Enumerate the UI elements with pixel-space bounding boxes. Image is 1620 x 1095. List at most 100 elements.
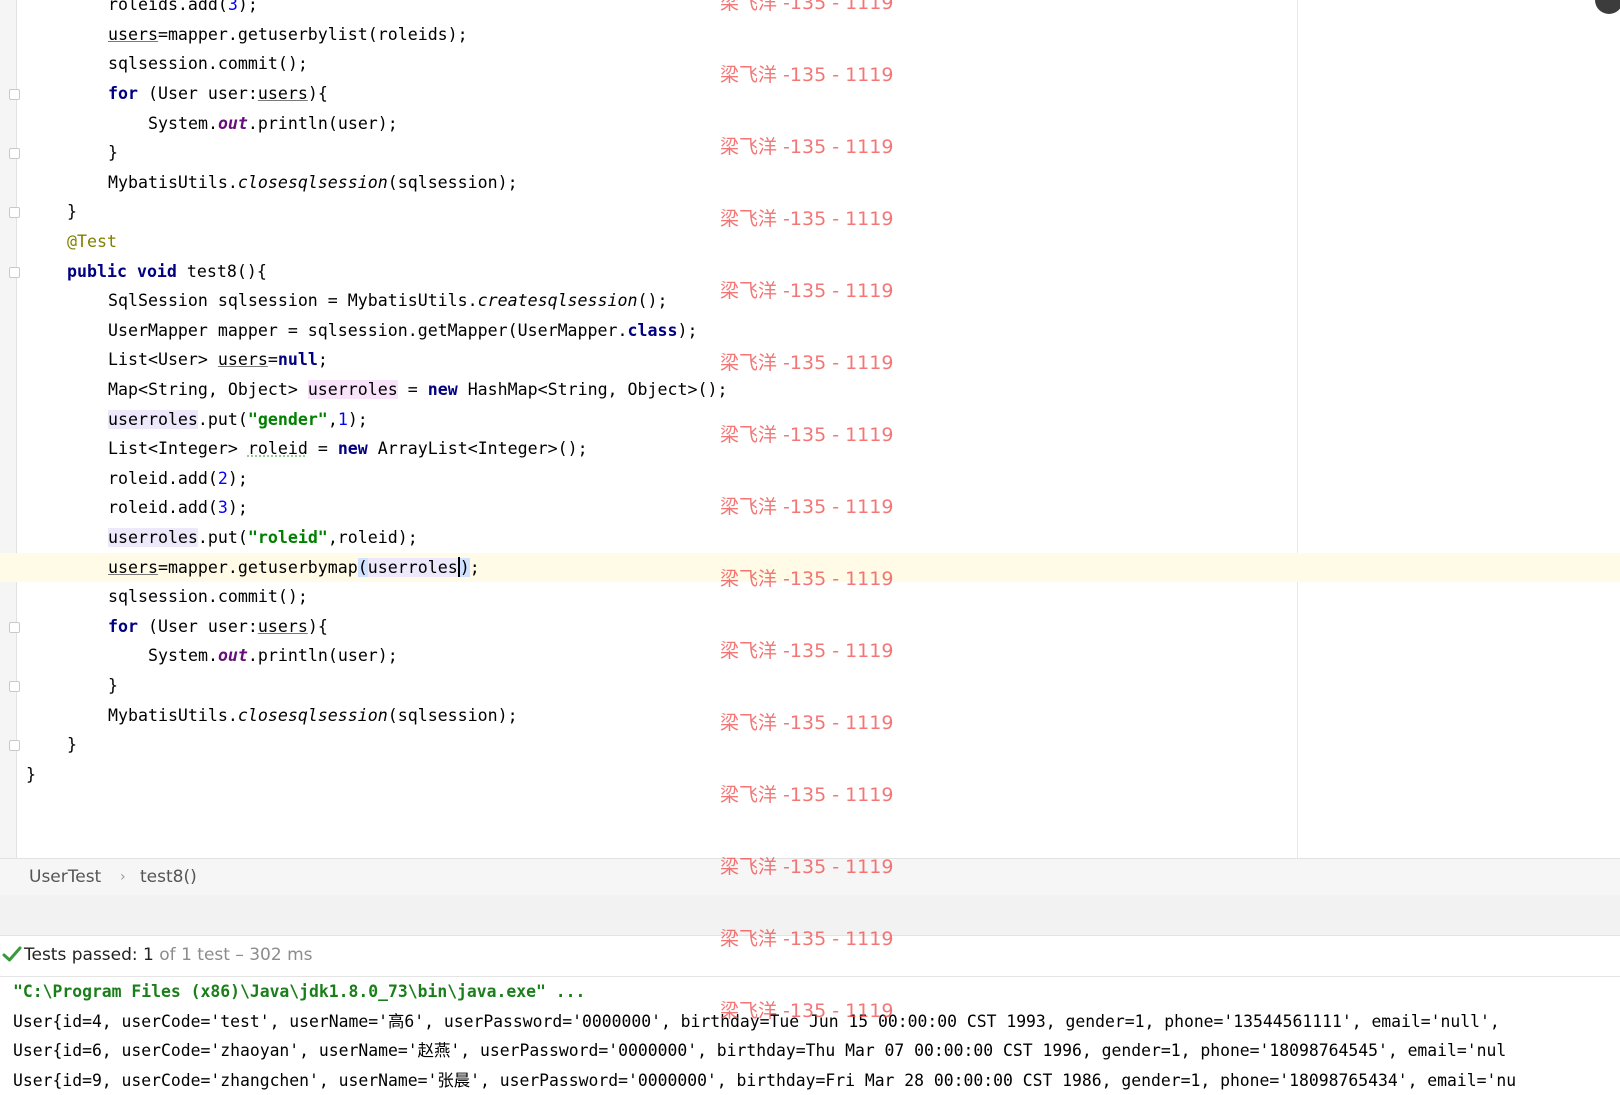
code-token: System. [148,113,218,133]
code-token: 1 [337,409,348,429]
watermark-text: 梁飞洋 -135 - 1119 [720,712,894,734]
code-token: users [257,616,308,636]
status-passed-count: 1 [143,945,154,965]
code-token: roleids.add( [108,0,228,15]
chevron-right-icon: › [120,869,126,885]
code-token: "gender" [247,409,328,429]
code-line-text: @Test [67,227,117,257]
code-line[interactable]: Map<String, Object> userroles = new Hash… [0,375,1620,405]
code-token: List<Integer> [108,439,248,459]
console-output-line: User{id=9, userCode='zhangchen', userNam… [13,1070,1517,1090]
code-line[interactable]: UserMapper mapper = sqlsession.getMapper… [0,316,1620,346]
code-line[interactable]: } [0,671,1620,701]
code-token: List<User> [108,350,218,370]
code-token: HashMap<String, Object>(); [457,380,728,399]
watermark-text: 梁飞洋 -135 - 1119 [720,0,894,14]
breadcrumb-class[interactable]: UserTest [29,867,101,887]
code-token: new [427,380,458,399]
code-token: System. [148,646,218,666]
code-line-text: } [108,138,118,168]
code-token: .println(user); [247,113,398,133]
code-line-text: users=mapper.getuserbylist(roleids); [108,20,468,50]
code-line[interactable]: userroles.put("roleid",roleid); [0,523,1620,553]
code-token: SqlSession sqlsession = MybatisUtils. [108,291,478,311]
code-token: closesqlsession [237,705,388,725]
code-line-text: System.out.println(user); [148,641,398,671]
code-token: roleid [247,439,308,459]
check-icon [2,946,22,962]
code-token: roleid.add( [108,498,218,518]
watermark-text: 梁飞洋 -135 - 1119 [720,928,894,950]
watermark-text: 梁飞洋 -135 - 1119 [720,64,894,86]
code-token: , [327,409,338,429]
code-token: closesqlsession [237,172,388,192]
code-token: ; [469,557,480,577]
status-summary: of 1 test – 302 ms [153,945,313,965]
code-token: sqlsession.commit(); [108,587,308,607]
code-token: class [627,320,678,340]
code-line-text: roleids.add(3); [108,0,258,20]
code-token: MybatisUtils. [108,172,238,192]
code-line-text: Map<String, Object> userroles = new Hash… [108,375,727,405]
code-token: "roleid" [247,528,328,547]
code-token: userroles [367,557,458,577]
code-token: 2 [217,468,228,488]
code-token: .put( [197,528,248,547]
code-token: = [267,350,278,370]
code-token: Map<String, Object> [108,380,308,399]
code-line[interactable]: users=mapper.getuserbylist(roleids); [0,20,1620,50]
code-token: users [217,350,268,370]
code-line-text: } [67,730,77,760]
code-token: sqlsession.commit(); [108,54,308,74]
code-line[interactable]: MybatisUtils.closesqlsession(sqlsession)… [0,168,1620,198]
code-line-text: } [67,197,77,227]
code-token: ; [317,350,328,370]
code-line-text: public void test8(){ [67,257,267,287]
code-line-text: for (User user:users){ [108,79,328,109]
console-output[interactable]: "C:\Program Files (x86)\Java\jdk1.8.0_73… [0,977,1620,1095]
code-token: ( [357,557,368,577]
code-line-text: List<Integer> roleid = new ArrayList<Int… [108,434,588,464]
console-output-line: User{id=6, userCode='zhaoyan', userName=… [13,1041,1507,1060]
code-token: users [257,84,308,103]
code-token: public [67,261,127,281]
code-line-text: UserMapper mapper = sqlsession.getMapper… [108,316,697,346]
code-token: out [217,646,248,666]
console-command-line: "C:\Program Files (x86)\Java\jdk1.8.0_73… [13,982,586,1001]
code-token: UserMapper mapper = sqlsession.getMapper… [108,320,628,340]
code-token: ){ [307,84,328,103]
code-token: ,roleid); [327,528,418,547]
code-line-text: for (User user:users){ [108,612,328,642]
code-token: ); [347,409,368,429]
code-line-text: MybatisUtils.closesqlsession(sqlsession)… [108,168,518,198]
code-token: test8(){ [176,261,267,281]
code-token: = [307,439,338,459]
watermark-text: 梁飞洋 -135 - 1119 [720,136,894,158]
watermark-text: 梁飞洋 -135 - 1119 [720,352,894,374]
code-token: MybatisUtils. [108,705,238,725]
code-line[interactable]: @Test [0,227,1620,257]
code-token: ArrayList<Integer>(); [367,439,588,459]
code-token: = [397,380,428,399]
code-line-text: MybatisUtils.closesqlsession(sqlsession)… [108,701,518,731]
code-line-text: } [108,671,118,701]
code-line-text: roleid.add(3); [108,493,248,523]
code-token: 3 [217,498,228,518]
code-token: createsqlsession [477,291,638,311]
code-line-text: List<User> users=null; [108,345,328,375]
code-token: .println(user); [247,646,398,666]
watermark-text: 梁飞洋 -135 - 1119 [720,640,894,662]
code-token: out [217,113,248,133]
code-token: (); [637,291,668,311]
breadcrumb-method[interactable]: test8() [140,867,197,887]
code-token: new [337,439,368,459]
watermark-text: 梁飞洋 -135 - 1119 [720,496,894,518]
code-token: =mapper.getuserbylist(roleids); [157,24,468,44]
code-token: ); [227,498,248,518]
code-token: .put( [197,409,248,429]
code-token: } [67,202,77,222]
code-token: } [108,676,118,695]
code-token: ); [677,320,698,340]
code-token: (sqlsession); [387,172,518,192]
code-line[interactable]: roleid.add(2); [0,464,1620,494]
